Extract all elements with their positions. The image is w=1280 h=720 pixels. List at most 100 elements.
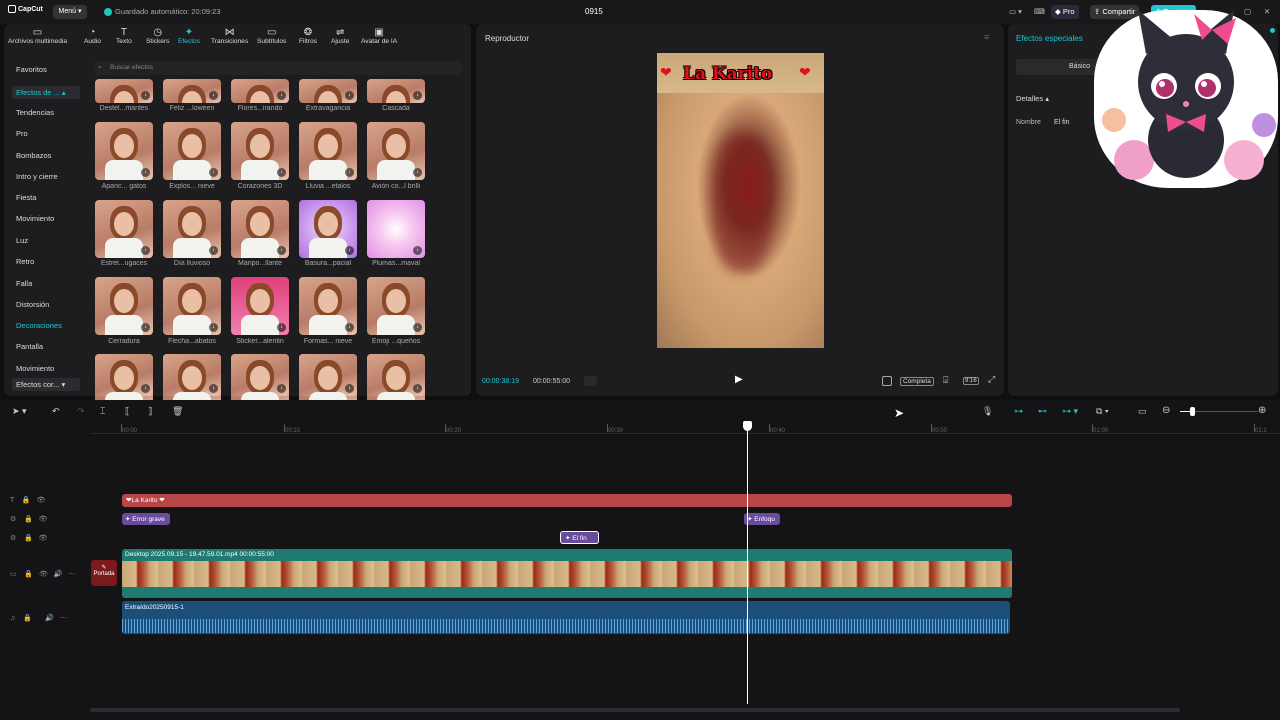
toolbar-transiciones[interactable]: ⋈ Transiciones — [211, 27, 248, 45]
category-item[interactable]: Retro — [16, 257, 34, 266]
effect-thumbnail[interactable]: ↓ — [367, 200, 425, 258]
effect-thumbnail[interactable]: ↓ — [163, 79, 221, 103]
preview-axis-icon[interactable]: ⧉ ▾ — [1096, 406, 1109, 417]
effect-thumbnail[interactable]: ↓ — [231, 79, 289, 103]
download-icon[interactable]: ↓ — [345, 323, 354, 332]
download-icon[interactable]: ↓ — [277, 91, 286, 100]
redo-icon[interactable]: ↷ — [77, 406, 85, 417]
effect-thumbnail[interactable]: ↓ — [231, 277, 289, 335]
play-icon[interactable]: ▶ — [735, 374, 743, 385]
magnet-icon[interactable]: ⊷ — [1038, 406, 1047, 417]
text-track-controls[interactable]: T 🔒 👁 — [10, 496, 45, 504]
effect-thumbnail[interactable]: ↓ — [367, 354, 425, 396]
category-item[interactable]: Fiesta — [16, 193, 36, 202]
effect-thumbnail[interactable]: ↓ — [95, 200, 153, 258]
category-item[interactable]: Intro y cierre — [16, 172, 58, 181]
select-tool-icon[interactable]: ➤ ▾ — [12, 406, 27, 417]
zoom-in-icon[interactable]: ⊕ — [1258, 405, 1266, 416]
category-item[interactable]: Luz — [16, 236, 28, 245]
download-icon[interactable]: ↓ — [345, 168, 354, 177]
audio-track-controls[interactable]: ♫ 🔒 🔊 ⋯ — [10, 614, 67, 622]
category-item[interactable]: Favoritos — [16, 65, 47, 74]
view-mode-button[interactable]: Completa — [900, 377, 934, 386]
split-icon[interactable]: ⌶ — [100, 406, 105, 417]
video-clip[interactable]: Desktop 2025.09.15 - 19.47.59.01.mp4 00:… — [122, 549, 1012, 598]
download-icon[interactable]: ↓ — [413, 246, 422, 255]
effect-thumbnail[interactable]: ↓ — [299, 354, 357, 396]
category-item[interactable]: Bombazos — [16, 151, 51, 160]
split-right-icon[interactable]: ⟧ — [148, 406, 152, 417]
split-left-icon[interactable]: ⟦ — [125, 406, 129, 417]
timecode-icon[interactable] — [882, 376, 892, 386]
fit-icon[interactable]: ▭ — [1138, 406, 1147, 417]
category-item[interactable]: Distorsión — [16, 300, 49, 309]
effect-thumbnail[interactable]: ↓ — [299, 122, 357, 180]
text-clip[interactable]: ❤La Karito ❤ — [122, 494, 1012, 507]
download-icon[interactable]: ↓ — [413, 168, 422, 177]
audio-clip[interactable]: Extraído20250915-1 — [122, 601, 1010, 634]
download-icon[interactable]: ↓ — [277, 246, 286, 255]
download-icon[interactable]: ↓ — [345, 246, 354, 255]
download-icon[interactable]: ↓ — [413, 91, 422, 100]
properties-tab-effects[interactable]: Efectos especiales — [1016, 34, 1083, 43]
effect-thumbnail[interactable]: ↓ — [163, 277, 221, 335]
category-item[interactable]: Decoraciones — [16, 321, 62, 330]
download-icon[interactable]: ↓ — [209, 384, 218, 393]
category-item[interactable]: Efectos de ... ▴ — [12, 86, 80, 99]
download-icon[interactable]: ↓ — [413, 323, 422, 332]
effect-thumbnail[interactable]: ↓ — [367, 122, 425, 180]
download-icon[interactable]: ↓ — [277, 168, 286, 177]
category-item[interactable]: Tendencias — [16, 108, 54, 117]
download-icon[interactable]: ↓ — [141, 91, 150, 100]
effect-thumbnail[interactable]: ↓ — [231, 200, 289, 258]
layout-icon[interactable]: ▭ ▾ — [1005, 5, 1026, 19]
effect-thumbnail[interactable]: ↓ — [163, 122, 221, 180]
toolbar-efectos[interactable]: ✦ Efectos — [178, 27, 200, 45]
category-item[interactable]: Movimiento — [16, 214, 54, 223]
download-icon[interactable]: ↓ — [345, 91, 354, 100]
toolbar-stickers[interactable]: ◷ Stickers — [146, 27, 169, 45]
category-item[interactable]: Movimiento — [16, 364, 54, 373]
timeline-scrollbar[interactable] — [90, 708, 1180, 712]
effect-thumbnail[interactable]: ↓ — [163, 200, 221, 258]
download-icon[interactable]: ↓ — [141, 384, 150, 393]
effect-clip-error[interactable]: ✦ Error grave — [122, 513, 170, 525]
effect-track-controls[interactable]: ⚙ 🔒 👁 — [10, 515, 48, 523]
effect-clip-end[interactable]: ✦ El fin — [560, 531, 599, 544]
download-icon[interactable]: ↓ — [277, 323, 286, 332]
category-item[interactable]: Pantalla — [16, 342, 43, 351]
fullscreen-icon[interactable]: ⤢ — [988, 374, 995, 385]
download-icon[interactable]: ↓ — [141, 168, 150, 177]
playhead[interactable] — [747, 422, 748, 704]
aspect-ratio-button[interactable]: 9:16 — [963, 377, 979, 385]
category-item[interactable]: Efectos cor... ▾ — [12, 378, 80, 391]
zoom-slider-handle[interactable] — [1190, 407, 1195, 416]
effect-thumbnail[interactable]: ↓ — [231, 122, 289, 180]
effect-thumbnail[interactable]: ↓ — [95, 354, 153, 396]
keyboard-icon[interactable]: ⌨ — [1030, 5, 1049, 19]
effect-thumbnail[interactable]: ↓ — [95, 79, 153, 103]
toolbar-audio[interactable]: ◔ Audio — [84, 27, 101, 45]
zoom-out-icon[interactable]: ⊖ — [1162, 405, 1170, 416]
effect-thumbnail[interactable]: ↓ — [299, 277, 357, 335]
effect-thumbnail[interactable]: ↓ — [367, 79, 425, 103]
details-header[interactable]: Detalles ▴ — [1016, 94, 1049, 103]
download-icon[interactable]: ↓ — [277, 384, 286, 393]
player-menu-icon[interactable]: ≡ — [984, 32, 989, 42]
toolbar-ajuste[interactable]: ⇌ Ajuste — [331, 27, 349, 45]
delete-icon[interactable]: 🗑 — [172, 406, 183, 417]
microphone-icon[interactable]: 🎙 — [982, 406, 993, 417]
category-item[interactable]: Pro — [16, 129, 28, 138]
effect-clip-focus[interactable]: ✦ Enfoqu — [744, 513, 780, 525]
download-icon[interactable]: ↓ — [141, 246, 150, 255]
video-track-controls[interactable]: ▭ 🔒 👁 🔊 ⋯ — [10, 570, 75, 578]
link-clips-icon[interactable]: ⊶ — [1014, 406, 1023, 417]
download-icon[interactable]: ↓ — [413, 384, 422, 393]
snap-icon[interactable]: ⊶ ▾ — [1062, 406, 1078, 417]
effect-thumbnail[interactable]: ↓ — [163, 354, 221, 396]
search-input[interactable]: ⌕ Buscar efectos — [94, 61, 462, 75]
effect-thumbnail[interactable]: ↓ — [367, 277, 425, 335]
effect-thumbnail[interactable]: ↓ — [299, 200, 357, 258]
effect-thumbnail[interactable]: ↓ — [299, 79, 357, 103]
category-item[interactable]: Falla — [16, 279, 32, 288]
